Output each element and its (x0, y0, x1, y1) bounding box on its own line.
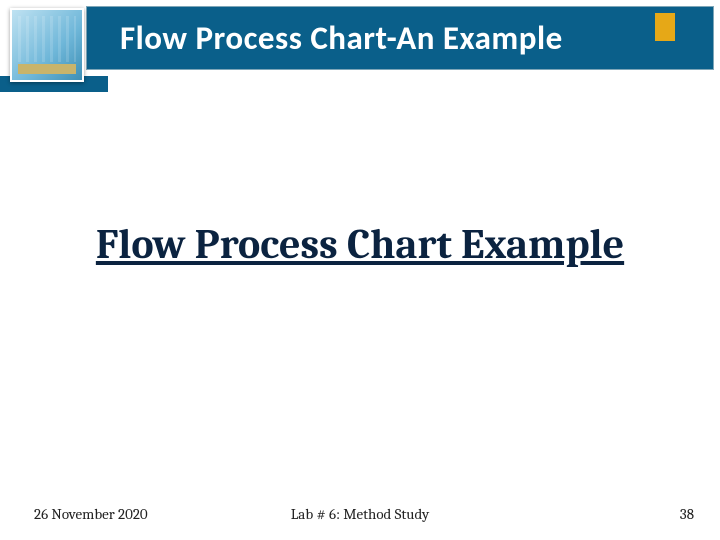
slide-header: Flow Process Chart-An Example (0, 0, 720, 92)
chart-icon (10, 8, 84, 82)
main-content: Flow Process Chart Example (60, 220, 660, 269)
slide: Flow Process Chart-An Example Flow Proce… (0, 0, 720, 540)
slide-footer: 26 November 2020 Lab # 6: Method Study 3… (0, 500, 720, 528)
slide-title: Flow Process Chart-An Example (120, 10, 680, 66)
footer-center: Lab # 6: Method Study (291, 505, 429, 523)
footer-page-number: 38 (680, 505, 694, 523)
flow-process-chart-link[interactable]: Flow Process Chart Example (96, 220, 624, 269)
footer-date: 26 November 2020 (34, 505, 148, 523)
